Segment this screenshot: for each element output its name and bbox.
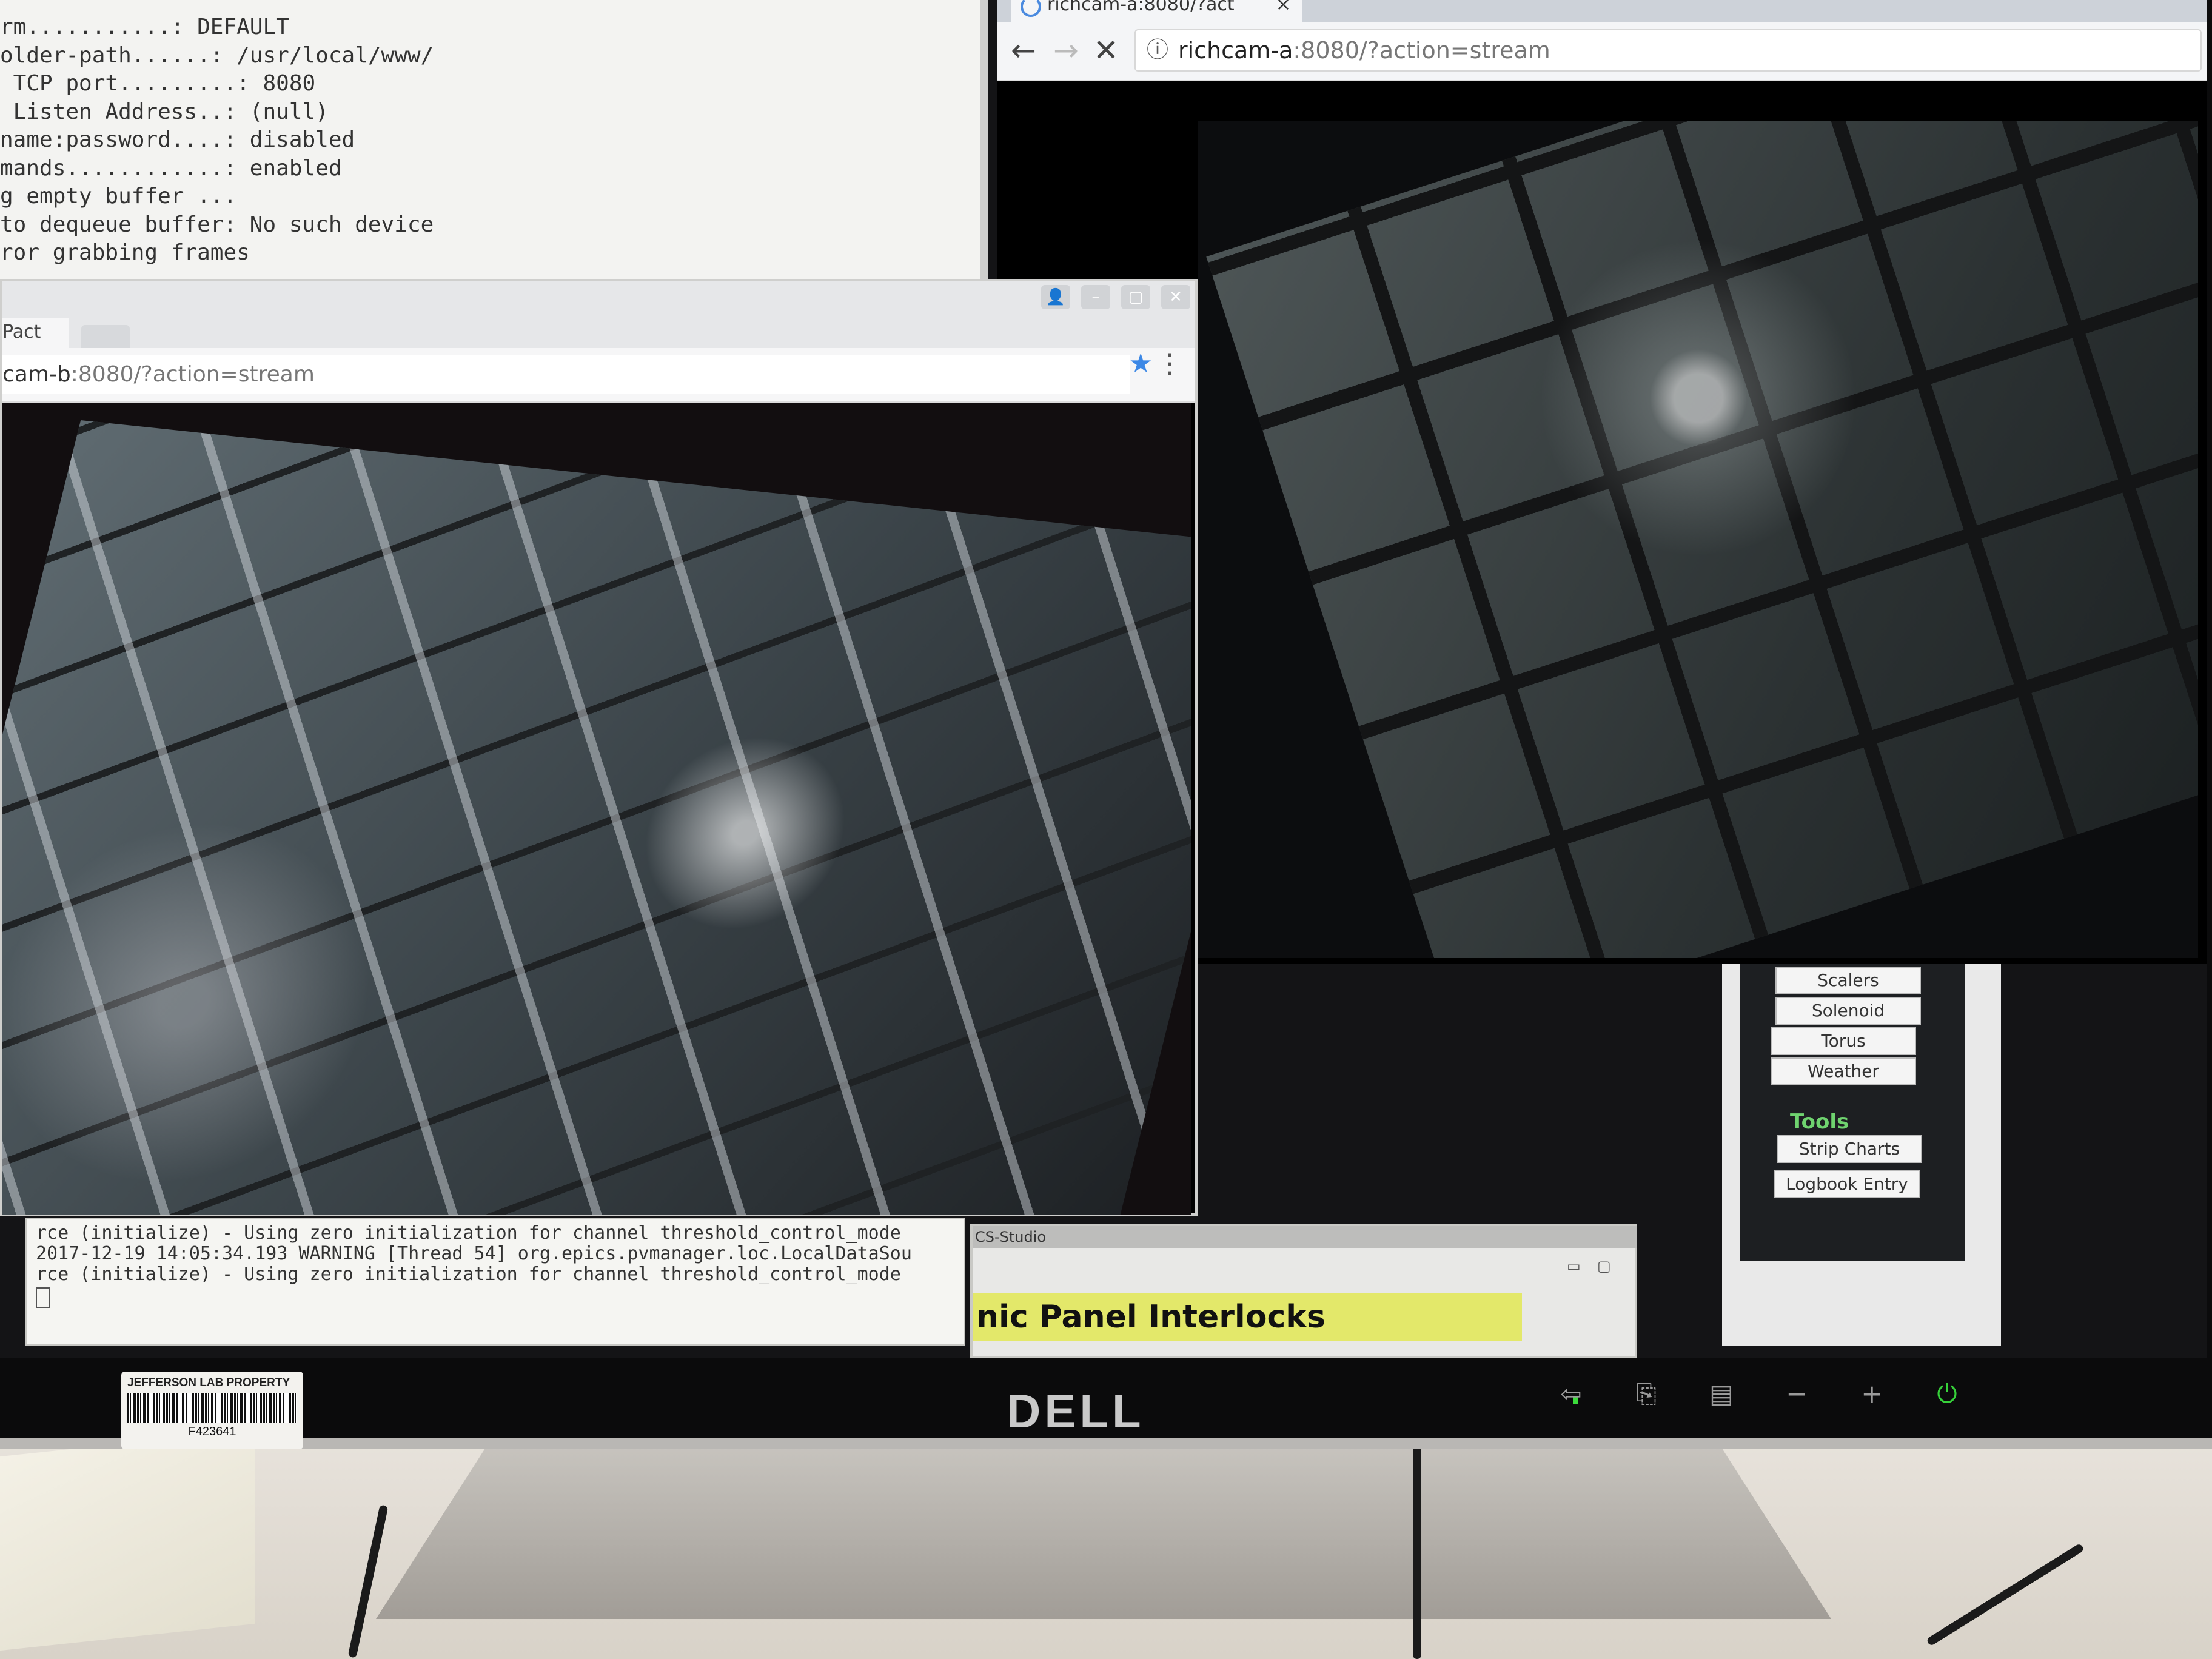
terminal-line: TCP port.........: 8080 [0, 71, 316, 96]
address-bar: cam-b:8080/?action=stream ★ ⋮ [2, 348, 1195, 403]
asset-tag-number: F423641 [188, 1425, 236, 1438]
menu-icon[interactable]: ⋮ [1156, 348, 1183, 379]
barcode-icon [127, 1393, 297, 1423]
panel-title: nic Panel Interlocks [973, 1293, 1522, 1341]
plus-icon[interactable]: + [1853, 1375, 1891, 1413]
url-path: :8080/?action=stream [1293, 37, 1550, 64]
info-icon[interactable]: ⓘ [1147, 30, 1168, 70]
input-source-icon[interactable]: ⇦ [1552, 1375, 1590, 1413]
cs-maximize-button[interactable]: ▢ [1597, 1258, 1611, 1275]
close-button[interactable]: ✕ [1161, 285, 1190, 309]
minus-icon[interactable]: − [1778, 1375, 1815, 1413]
url-host: cam-b [2, 362, 71, 387]
monitor-brand-logo: DELL [1007, 1384, 1145, 1438]
asset-tag-title: JEFFERSON LAB PROPERTY [127, 1376, 290, 1389]
console-window: rce (initialize) - Using zero initializa… [25, 1218, 965, 1346]
camera-stream-b [2, 403, 1191, 1215]
monitor-bezel: rm...........: DEFAULT older-path......:… [0, 0, 2212, 1449]
tab-label: Pact [2, 321, 41, 343]
terminal-line: to dequeue buffer: No such device [0, 212, 434, 237]
terminal-line: Listen Address..: (null) [0, 99, 329, 124]
cs-minimize-button[interactable]: ▭ [1567, 1258, 1581, 1275]
terminal-output: rm...........: DEFAULT older-path......:… [0, 13, 434, 267]
profile-icon[interactable]: 👤 [1041, 285, 1070, 309]
stop-icon[interactable]: ✕ [1093, 33, 1119, 68]
new-tab-button[interactable] [81, 325, 130, 348]
forward-icon[interactable]: → [1053, 33, 1079, 68]
strip-charts-button[interactable]: Strip Charts [1777, 1135, 1922, 1163]
url-path: :8080/?action=stream [70, 362, 315, 387]
console-line: rce (initialize) - Using zero initializa… [36, 1222, 901, 1244]
url-input[interactable]: cam-b:8080/?action=stream [2, 355, 1130, 394]
cable [1413, 1443, 1421, 1659]
terminal-line: ror grabbing frames [0, 240, 250, 265]
menu-icon[interactable]: ▤ [1703, 1375, 1740, 1413]
cs-studio-title: CS-Studio [973, 1226, 1637, 1248]
title-bar: Pact × 👤 – ▢ ✕ [2, 281, 1195, 372]
monitor-buttons: ⇦ ⎘ ▤ − + ⏻ [1552, 1375, 1966, 1413]
console-line: rce (initialize) - Using zero initializa… [36, 1264, 901, 1285]
camera-stream-a [1198, 121, 2198, 958]
scalers-button[interactable]: Scalers [1775, 967, 1921, 994]
monitor-stand [376, 1437, 1831, 1619]
monitor-screen: rm...........: DEFAULT older-path......:… [0, 0, 2207, 1358]
tab-richcam-a[interactable]: richcam-a:8080/?act × [1011, 0, 1302, 22]
back-icon[interactable]: ← [1011, 33, 1036, 68]
tab-label: richcam-a:8080/?act [1047, 0, 1235, 15]
tab-bar: richcam-a:8080/?act × [997, 0, 2207, 22]
camera-frame-a [1206, 121, 2198, 958]
terminal-line: name:password....: disabled [0, 127, 355, 152]
console-line: 2017-12-19 14:05:34.193 WARNING [Thread … [36, 1243, 912, 1264]
maximize-button[interactable]: ▢ [1121, 285, 1150, 309]
solenoid-button[interactable]: Solenoid [1775, 997, 1921, 1025]
cs-studio-window: CS-Studio ▭ ▢ nic Panel Interlocks [970, 1224, 1637, 1358]
browser-window-cam-b: Pact × 👤 – ▢ ✕ cam-b:8080/?action=stream… [0, 279, 1198, 1216]
tab-close-icon[interactable]: × [1276, 0, 1291, 16]
terminal-window: rm...........: DEFAULT older-path......:… [0, 0, 988, 285]
terminal-line: older-path......: /usr/local/www/ [0, 42, 434, 68]
url-host: richcam-a [1178, 37, 1293, 64]
minimize-button[interactable]: – [1081, 285, 1110, 309]
terminal-line: g empty buffer ... [0, 184, 237, 209]
window-controls: 👤 – ▢ ✕ [1041, 285, 1190, 309]
tab-cam-b[interactable]: Pact × [2, 318, 69, 372]
tools-panel-body: Scalers Solenoid Torus Weather Tools Str… [1740, 964, 1965, 1261]
terminal-line: rm...........: DEFAULT [0, 15, 289, 39]
url-input[interactable]: ⓘ richcam-a:8080/?action=stream [1134, 29, 2202, 72]
cursor-icon [36, 1287, 50, 1308]
bookmark-star-icon[interactable]: ★ [1129, 348, 1153, 379]
console-cursor[interactable] [36, 1285, 955, 1313]
paper-stack [0, 1429, 255, 1651]
logbook-entry-button[interactable]: Logbook Entry [1774, 1170, 1920, 1198]
tools-panel: Scalers Solenoid Torus Weather Tools Str… [1722, 964, 2001, 1346]
loading-icon [1021, 0, 1041, 17]
weather-button[interactable]: Weather [1771, 1057, 1916, 1085]
console-output: rce (initialize) - Using zero initializa… [27, 1219, 964, 1316]
torus-button[interactable]: Torus [1771, 1027, 1916, 1055]
power-icon[interactable]: ⏻ [1928, 1375, 1966, 1413]
address-bar: ← → ✕ ⓘ richcam-a:8080/?action=stream [997, 22, 2207, 81]
camera-frame-b [2, 420, 1191, 1215]
tools-heading: Tools [1790, 1110, 1849, 1134]
pip-icon[interactable]: ⎘ [1627, 1375, 1665, 1413]
terminal-line: mands............: enabled [0, 155, 342, 181]
asset-tag: JEFFERSON LAB PROPERTY F423641 [121, 1372, 303, 1449]
